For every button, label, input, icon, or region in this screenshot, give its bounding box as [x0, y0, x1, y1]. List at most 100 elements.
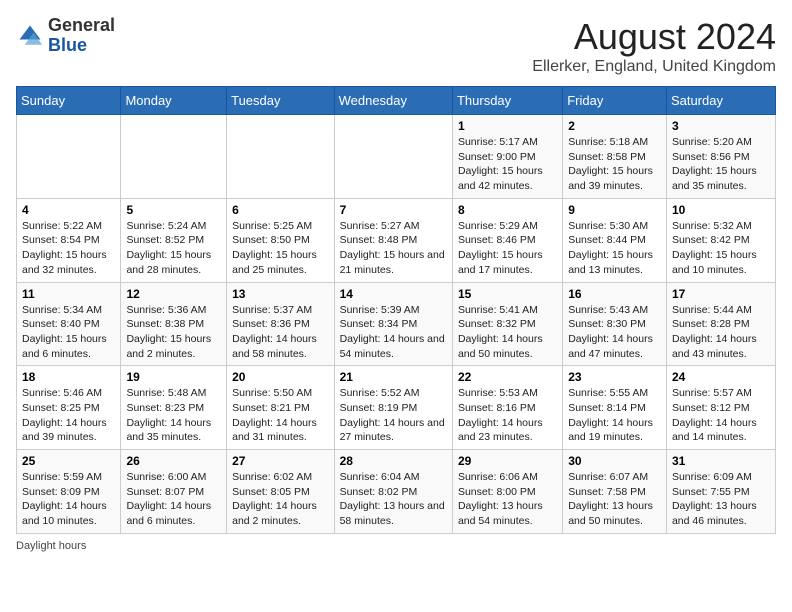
- week-row: 4 Sunrise: 5:22 AM Sunset: 8:54 PM Daylig…: [17, 198, 776, 282]
- day-info: Sunrise: 6:09 AM Sunset: 7:55 PM Dayligh…: [672, 470, 770, 529]
- day-number: 1: [458, 119, 557, 133]
- week-row: 25 Sunrise: 5:59 AM Sunset: 8:09 PM Dayli…: [17, 450, 776, 534]
- day-info: Sunrise: 5:48 AM Sunset: 8:23 PM Dayligh…: [126, 386, 221, 445]
- day-number: 28: [340, 454, 447, 468]
- day-info: Sunrise: 5:37 AM Sunset: 8:36 PM Dayligh…: [232, 303, 328, 362]
- logo-general-text: General: [48, 15, 115, 35]
- day-of-week-header: Sunday: [17, 87, 121, 115]
- calendar-cell: 18 Sunrise: 5:46 AM Sunset: 8:25 PM Dayli…: [17, 366, 121, 450]
- day-number: 22: [458, 370, 557, 384]
- day-number: 2: [568, 119, 661, 133]
- calendar-cell: 30 Sunrise: 6:07 AM Sunset: 7:58 PM Dayli…: [563, 450, 667, 534]
- day-number: 14: [340, 287, 447, 301]
- day-info: Sunrise: 6:06 AM Sunset: 8:00 PM Dayligh…: [458, 470, 557, 529]
- day-number: 18: [22, 370, 115, 384]
- day-info: Sunrise: 5:41 AM Sunset: 8:32 PM Dayligh…: [458, 303, 557, 362]
- logo-icon: [16, 22, 44, 50]
- day-of-week-header: Friday: [563, 87, 667, 115]
- day-info: Sunrise: 5:43 AM Sunset: 8:30 PM Dayligh…: [568, 303, 661, 362]
- calendar-cell: [121, 115, 227, 199]
- day-number: 17: [672, 287, 770, 301]
- calendar-body: 1Sunrise: 5:17 AM Sunset: 9:00 PM Daylig…: [17, 115, 776, 534]
- calendar-cell: 20Sunrise: 5:50 AM Sunset: 8:21 PM Dayli…: [227, 366, 334, 450]
- day-number: 15: [458, 287, 557, 301]
- day-number: 7: [340, 203, 447, 217]
- calendar-cell: 3 Sunrise: 5:20 AM Sunset: 8:56 PM Daylig…: [666, 115, 775, 199]
- day-info: Sunrise: 5:46 AM Sunset: 8:25 PM Dayligh…: [22, 386, 115, 445]
- calendar-cell: 10 Sunrise: 5:32 AM Sunset: 8:42 PM Dayli…: [666, 198, 775, 282]
- day-number: 27: [232, 454, 328, 468]
- logo-blue-text: Blue: [48, 35, 87, 55]
- day-info: Sunrise: 6:00 AM Sunset: 8:07 PM Dayligh…: [126, 470, 221, 529]
- calendar-cell: 22Sunrise: 5:53 AM Sunset: 8:16 PM Dayli…: [452, 366, 562, 450]
- calendar-header: SundayMondayTuesdayWednesdayThursdayFrid…: [17, 87, 776, 115]
- calendar-cell: 29Sunrise: 6:06 AM Sunset: 8:00 PM Dayli…: [452, 450, 562, 534]
- calendar-cell: 19Sunrise: 5:48 AM Sunset: 8:23 PM Dayli…: [121, 366, 227, 450]
- day-of-week-header: Monday: [121, 87, 227, 115]
- calendar-cell: 16 Sunrise: 5:43 AM Sunset: 8:30 PM Dayli…: [563, 282, 667, 366]
- calendar-cell: 11Sunrise: 5:34 AM Sunset: 8:40 PM Dayli…: [17, 282, 121, 366]
- calendar-cell: 21Sunrise: 5:52 AM Sunset: 8:19 PM Dayli…: [334, 366, 452, 450]
- calendar-cell: 25 Sunrise: 5:59 AM Sunset: 8:09 PM Dayli…: [17, 450, 121, 534]
- calendar-cell: 28 Sunrise: 6:04 AM Sunset: 8:02 PM Dayli…: [334, 450, 452, 534]
- calendar-cell: 26 Sunrise: 6:00 AM Sunset: 8:07 PM Dayli…: [121, 450, 227, 534]
- day-number: 30: [568, 454, 661, 468]
- day-number: 3: [672, 119, 770, 133]
- day-number: 11: [22, 287, 115, 301]
- calendar-cell: 14 Sunrise: 5:39 AM Sunset: 8:34 PM Dayli…: [334, 282, 452, 366]
- day-info: Sunrise: 5:36 AM Sunset: 8:38 PM Dayligh…: [126, 303, 221, 362]
- day-info: Sunrise: 5:29 AM Sunset: 8:46 PM Dayligh…: [458, 219, 557, 278]
- day-info: Sunrise: 5:52 AM Sunset: 8:19 PM Dayligh…: [340, 386, 447, 445]
- calendar-cell: 5 Sunrise: 5:24 AM Sunset: 8:52 PM Daylig…: [121, 198, 227, 282]
- day-info: Sunrise: 6:07 AM Sunset: 7:58 PM Dayligh…: [568, 470, 661, 529]
- calendar-cell: 1Sunrise: 5:17 AM Sunset: 9:00 PM Daylig…: [452, 115, 562, 199]
- day-info: Sunrise: 5:24 AM Sunset: 8:52 PM Dayligh…: [126, 219, 221, 278]
- day-info: Sunrise: 5:39 AM Sunset: 8:34 PM Dayligh…: [340, 303, 447, 362]
- day-info: Sunrise: 6:04 AM Sunset: 8:02 PM Dayligh…: [340, 470, 447, 529]
- calendar-cell: 13Sunrise: 5:37 AM Sunset: 8:36 PM Dayli…: [227, 282, 334, 366]
- day-of-week-header: Saturday: [666, 87, 775, 115]
- day-info: Sunrise: 5:22 AM Sunset: 8:54 PM Dayligh…: [22, 219, 115, 278]
- calendar-cell: 23 Sunrise: 5:55 AM Sunset: 8:14 PM Dayli…: [563, 366, 667, 450]
- calendar-cell: 9Sunrise: 5:30 AM Sunset: 8:44 PM Daylig…: [563, 198, 667, 282]
- day-number: 10: [672, 203, 770, 217]
- calendar-cell: [334, 115, 452, 199]
- day-number: 23: [568, 370, 661, 384]
- day-number: 26: [126, 454, 221, 468]
- week-row: 11Sunrise: 5:34 AM Sunset: 8:40 PM Dayli…: [17, 282, 776, 366]
- day-number: 8: [458, 203, 557, 217]
- day-number: 16: [568, 287, 661, 301]
- calendar-cell: 7 Sunrise: 5:27 AM Sunset: 8:48 PM Daylig…: [334, 198, 452, 282]
- calendar-cell: 17 Sunrise: 5:44 AM Sunset: 8:28 PM Dayli…: [666, 282, 775, 366]
- day-info: Sunrise: 5:55 AM Sunset: 8:14 PM Dayligh…: [568, 386, 661, 445]
- day-number: 31: [672, 454, 770, 468]
- calendar-table: SundayMondayTuesdayWednesdayThursdayFrid…: [16, 86, 776, 534]
- day-number: 6: [232, 203, 328, 217]
- calendar-cell: 4 Sunrise: 5:22 AM Sunset: 8:54 PM Daylig…: [17, 198, 121, 282]
- day-of-week-header: Wednesday: [334, 87, 452, 115]
- header: General Blue August 2024 Ellerker, Engla…: [16, 16, 776, 76]
- day-info: Sunrise: 5:44 AM Sunset: 8:28 PM Dayligh…: [672, 303, 770, 362]
- title-block: August 2024 Ellerker, England, United Ki…: [532, 16, 776, 76]
- week-row: 18 Sunrise: 5:46 AM Sunset: 8:25 PM Dayli…: [17, 366, 776, 450]
- day-info: Sunrise: 5:18 AM Sunset: 8:58 PM Dayligh…: [568, 135, 661, 194]
- calendar-cell: 31 Sunrise: 6:09 AM Sunset: 7:55 PM Dayli…: [666, 450, 775, 534]
- logo-text: General Blue: [48, 16, 115, 56]
- day-info: Sunrise: 5:27 AM Sunset: 8:48 PM Dayligh…: [340, 219, 447, 278]
- calendar-cell: 8 Sunrise: 5:29 AM Sunset: 8:46 PM Daylig…: [452, 198, 562, 282]
- month-year: August 2024: [532, 16, 776, 58]
- day-of-week-header: Tuesday: [227, 87, 334, 115]
- day-info: Sunrise: 5:59 AM Sunset: 8:09 PM Dayligh…: [22, 470, 115, 529]
- calendar-cell: [227, 115, 334, 199]
- day-info: Sunrise: 6:02 AM Sunset: 8:05 PM Dayligh…: [232, 470, 328, 529]
- day-number: 5: [126, 203, 221, 217]
- day-number: 25: [22, 454, 115, 468]
- day-info: Sunrise: 5:32 AM Sunset: 8:42 PM Dayligh…: [672, 219, 770, 278]
- calendar-cell: 27 Sunrise: 6:02 AM Sunset: 8:05 PM Dayli…: [227, 450, 334, 534]
- day-of-week-header: Thursday: [452, 87, 562, 115]
- day-number: 4: [22, 203, 115, 217]
- calendar-cell: 12Sunrise: 5:36 AM Sunset: 8:38 PM Dayli…: [121, 282, 227, 366]
- header-row: SundayMondayTuesdayWednesdayThursdayFrid…: [17, 87, 776, 115]
- day-info: Sunrise: 5:20 AM Sunset: 8:56 PM Dayligh…: [672, 135, 770, 194]
- day-info: Sunrise: 5:30 AM Sunset: 8:44 PM Dayligh…: [568, 219, 661, 278]
